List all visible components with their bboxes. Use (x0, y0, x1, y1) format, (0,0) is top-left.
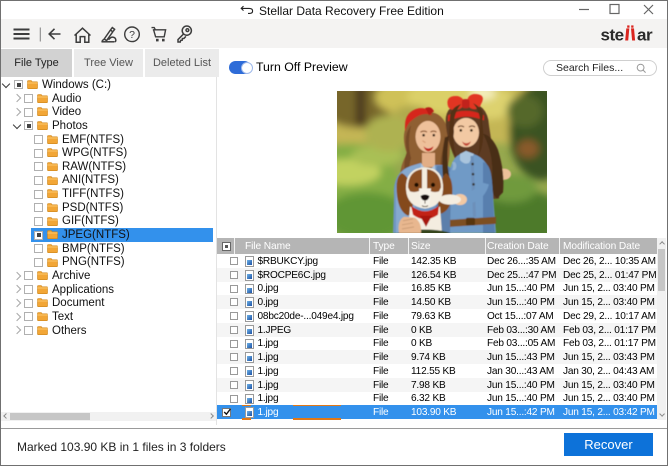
svg-text:?: ? (129, 29, 135, 41)
svg-text:ste: ste (601, 26, 624, 45)
svg-text:ar: ar (637, 26, 653, 45)
